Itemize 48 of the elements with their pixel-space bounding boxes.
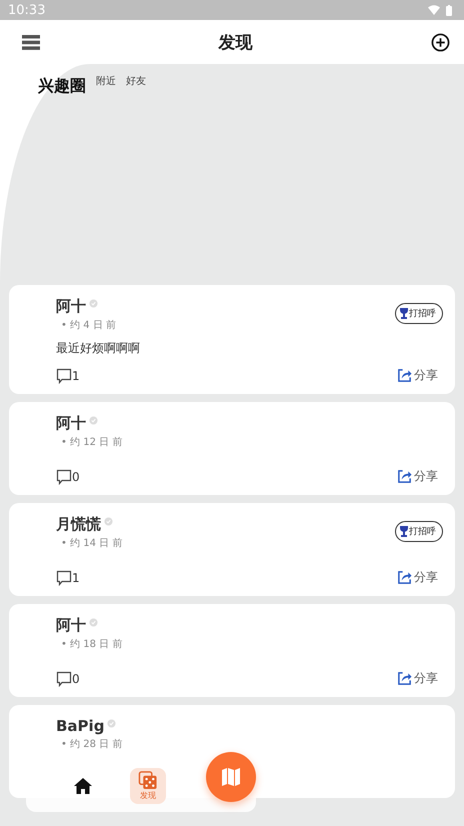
home-icon [74, 778, 92, 794]
comment-button[interactable]: 1 [56, 368, 80, 384]
user-name: 阿十 [56, 414, 86, 433]
user-name: BaPig [56, 717, 104, 735]
tab[interactable]: 好友 [126, 74, 146, 88]
page-title: 发现 [218, 32, 252, 54]
wine-glass-icon [400, 308, 408, 319]
user-name: 阿十 [56, 616, 86, 635]
battery-icon [446, 4, 452, 16]
comment-icon [56, 368, 72, 384]
comment-button[interactable]: 0 [56, 670, 80, 686]
status-time: 10:33 [8, 2, 46, 18]
comment-icon [56, 670, 72, 686]
verified-icon [89, 299, 98, 308]
tab[interactable]: 兴趣圈 [38, 76, 86, 97]
verified-icon [107, 719, 116, 728]
verified-icon [89, 618, 98, 627]
post-text: 最近好烦啊啊啊 [56, 340, 141, 357]
share-button[interactable]: 分享 [397, 367, 438, 384]
share-icon [397, 671, 412, 686]
share-button[interactable]: 分享 [397, 569, 438, 586]
tab[interactable]: 附近 [96, 74, 116, 88]
greet-button[interactable]: 打招呼 [395, 521, 443, 542]
post-time: • 约 28 日 前 [61, 738, 122, 751]
verified-icon [89, 416, 98, 425]
comment-icon [56, 468, 72, 484]
add-icon[interactable] [431, 32, 450, 52]
user-name: 月慌慌 [56, 515, 101, 534]
post-time: • 约 12 日 前 [61, 436, 122, 449]
share-button[interactable]: 分享 [397, 670, 438, 687]
share-icon [397, 570, 412, 585]
post-time: • 约 18 日 前 [61, 638, 122, 651]
post-time: • 约 14 日 前 [61, 537, 122, 550]
menu-icon[interactable] [22, 34, 40, 50]
wine-glass-icon [400, 526, 408, 537]
comment-icon [56, 570, 72, 586]
comment-button[interactable]: 1 [56, 570, 80, 586]
wifi-icon [428, 4, 440, 14]
dice-icon [138, 771, 158, 790]
share-icon [397, 469, 412, 484]
verified-icon [104, 517, 113, 526]
map-icon [221, 767, 241, 787]
share-icon [397, 368, 412, 383]
share-button[interactable]: 分享 [397, 468, 438, 485]
user-name: 阿十 [56, 297, 86, 316]
comment-button[interactable]: 0 [56, 468, 80, 484]
post-time: • 约 4 日 前 [61, 319, 116, 332]
greet-button[interactable]: 打招呼 [395, 303, 443, 324]
